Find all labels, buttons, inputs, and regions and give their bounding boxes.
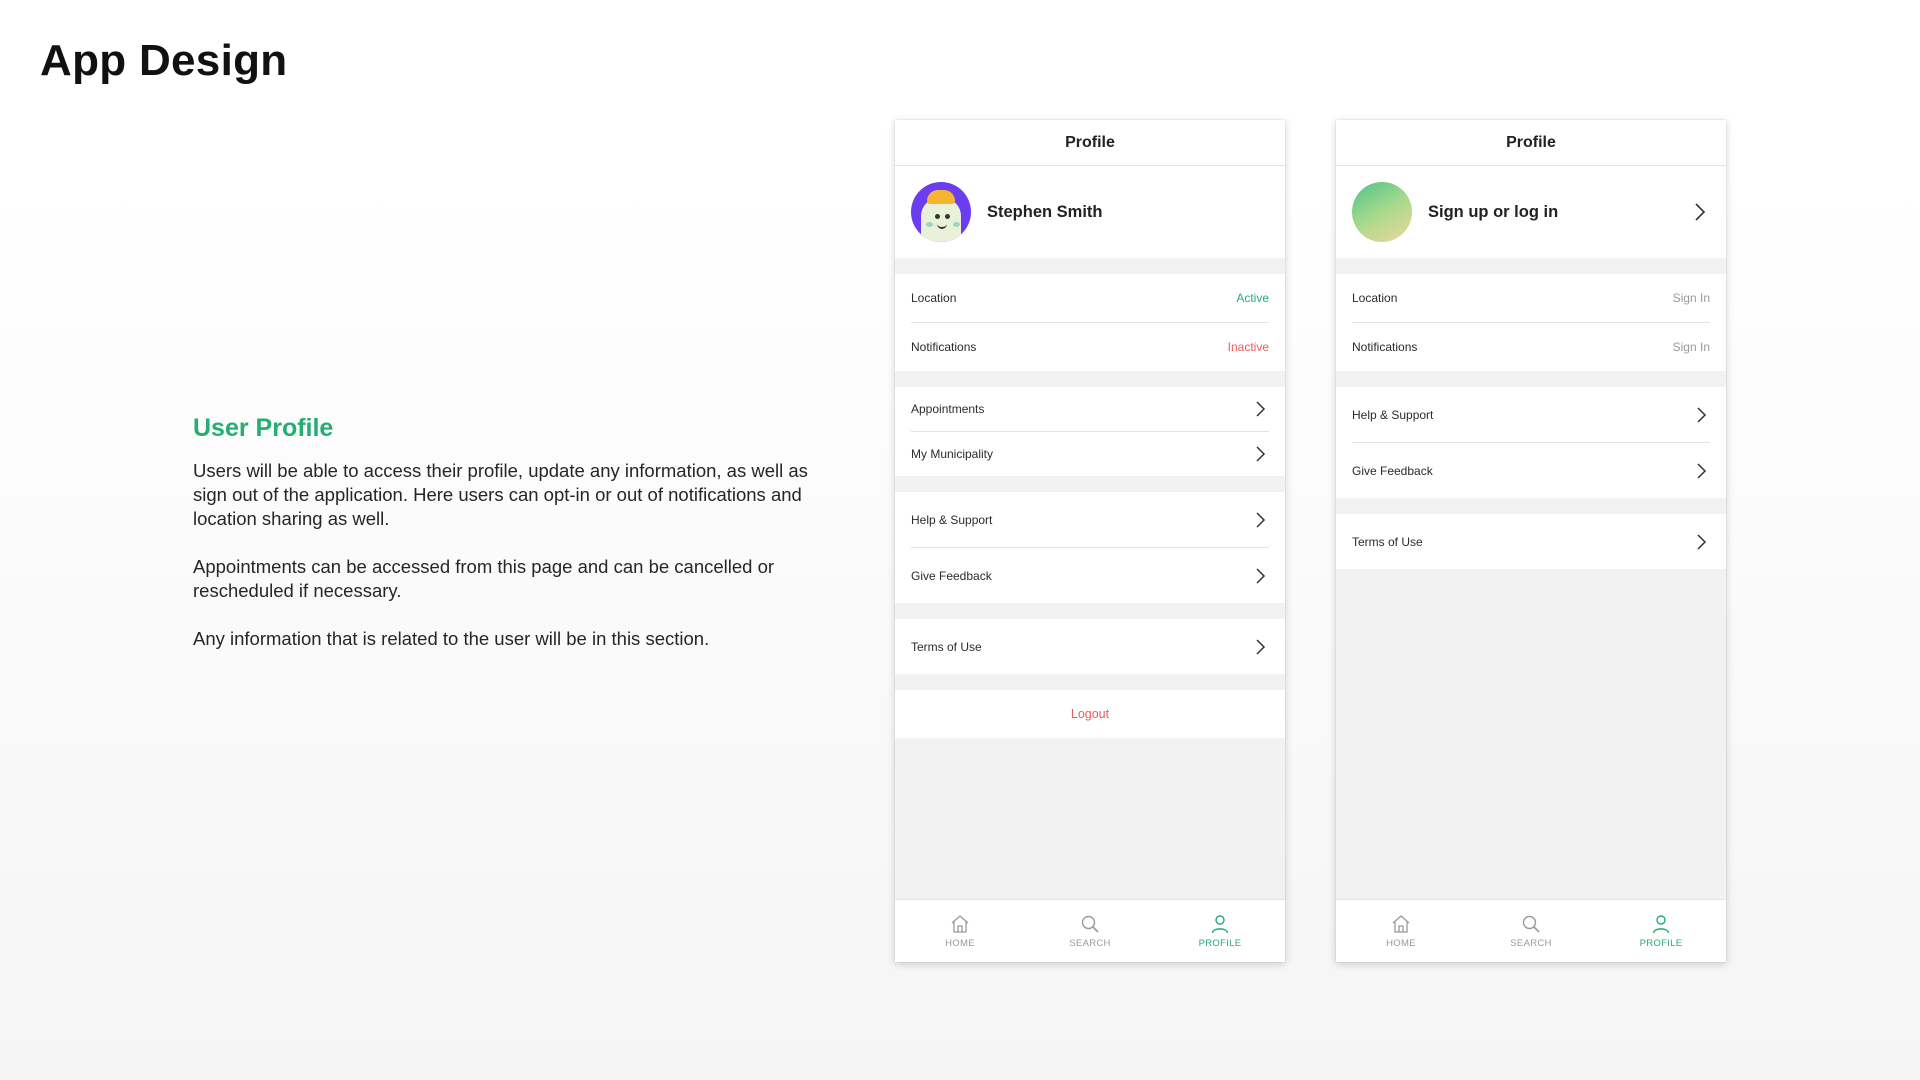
logout-group: Logout: [895, 690, 1285, 738]
menu-item-give-feedback[interactable]: Give Feedback: [1352, 443, 1710, 498]
chevron-right-icon: [1697, 462, 1707, 479]
tab-home[interactable]: HOME: [1336, 900, 1466, 962]
menu-item-terms-of-use[interactable]: Terms of Use: [1352, 514, 1710, 569]
chevron-right-icon: [1695, 203, 1706, 221]
home-icon: [951, 915, 969, 933]
tab-profile[interactable]: PROFILE: [1155, 900, 1285, 962]
profile-icon: [1652, 915, 1670, 934]
setting-row-location[interactable]: Location Sign In: [1352, 274, 1710, 323]
tab-label: SEARCH: [1069, 938, 1111, 949]
section-heading: User Profile: [193, 414, 334, 442]
intro-paragraph: Users will be able to access their profi…: [193, 460, 808, 529]
tab-search[interactable]: SEARCH: [1025, 900, 1155, 962]
tab-bar: HOME SEARCH PROFILE: [1336, 899, 1726, 962]
page-title: App Design: [40, 36, 288, 85]
menu-group-appointments: Appointments My Municipality: [895, 387, 1285, 476]
menu-item-label: Terms of Use: [911, 639, 982, 654]
menu-item-label: Help & Support: [1352, 407, 1434, 422]
chevron-right-icon: [1256, 567, 1266, 584]
avatar-placeholder: [1352, 182, 1412, 242]
home-icon: [1392, 915, 1410, 933]
menu-item-label: Terms of Use: [1352, 534, 1423, 549]
sign-up-label: Sign up or log in: [1428, 202, 1559, 221]
setting-label: Location: [1352, 291, 1398, 305]
tab-label: HOME: [1386, 938, 1416, 949]
tab-label: SEARCH: [1510, 938, 1552, 949]
menu-item-help-support[interactable]: Help & Support: [1352, 387, 1710, 443]
settings-group: Location Active Notifications Inactive: [895, 274, 1285, 371]
setting-row-notifications[interactable]: Notifications Inactive: [911, 323, 1269, 371]
menu-item-my-municipality[interactable]: My Municipality: [911, 432, 1269, 476]
tab-home[interactable]: HOME: [895, 900, 1025, 962]
tab-profile[interactable]: PROFILE: [1596, 900, 1726, 962]
tab-label: PROFILE: [1198, 938, 1242, 949]
profile-icon: [1211, 915, 1229, 934]
menu-item-label: Give Feedback: [911, 568, 992, 583]
chevron-right-icon: [1697, 406, 1707, 423]
tab-bar: HOME SEARCH PROFILE: [895, 899, 1285, 962]
intro-paragraph: Appointments can be accessed from this p…: [193, 556, 775, 601]
menu-item-label: Help & Support: [911, 512, 993, 527]
phone-screen-logged-out: Profile Sign up or log in Location Sign …: [1336, 120, 1726, 962]
menu-group-support: Help & Support Give Feedback: [1336, 387, 1726, 498]
chevron-right-icon: [1256, 401, 1266, 417]
menu-item-give-feedback[interactable]: Give Feedback: [911, 548, 1269, 603]
settings-group: Location Sign In Notifications Sign In: [1336, 274, 1726, 371]
status-badge[interactable]: Inactive: [1228, 340, 1269, 354]
tab-label: HOME: [945, 938, 975, 949]
menu-item-label: Give Feedback: [1352, 463, 1433, 478]
intro-section: User Profile Users will be able to acces…: [193, 414, 833, 675]
setting-row-location[interactable]: Location Active: [911, 274, 1269, 323]
menu-item-help-support[interactable]: Help & Support: [911, 492, 1269, 548]
menu-item-appointments[interactable]: Appointments: [911, 387, 1269, 432]
setting-label: Notifications: [911, 340, 977, 354]
chevron-right-icon: [1697, 533, 1707, 550]
search-icon: [1081, 915, 1099, 933]
status-badge[interactable]: Active: [1236, 291, 1269, 305]
menu-group-support: Help & Support Give Feedback: [895, 492, 1285, 603]
status-badge[interactable]: Sign In: [1673, 291, 1710, 305]
screen-header: Profile: [1336, 120, 1726, 166]
setting-row-notifications[interactable]: Notifications Sign In: [1352, 323, 1710, 371]
chevron-right-icon: [1256, 638, 1266, 655]
user-name: Stephen Smith: [987, 202, 1103, 221]
menu-group-terms: Terms of Use: [1336, 514, 1726, 569]
avatar: [911, 182, 971, 242]
phone-screen-logged-in: Profile Stephen Smith Location Active No…: [895, 120, 1285, 962]
tab-search[interactable]: SEARCH: [1466, 900, 1596, 962]
intro-paragraph: Any information that is related to the u…: [193, 628, 710, 649]
chevron-right-icon: [1256, 446, 1266, 462]
menu-group-terms: Terms of Use: [895, 619, 1285, 674]
search-icon: [1522, 915, 1540, 933]
menu-item-label: Appointments: [911, 402, 985, 416]
profile-card[interactable]: Stephen Smith: [895, 166, 1285, 258]
screen-header: Profile: [895, 120, 1285, 166]
tab-label: PROFILE: [1639, 938, 1683, 949]
setting-label: Location: [911, 291, 957, 305]
chevron-right-icon: [1256, 511, 1266, 528]
setting-label: Notifications: [1352, 340, 1418, 354]
menu-item-terms-of-use[interactable]: Terms of Use: [911, 619, 1269, 674]
menu-item-label: My Municipality: [911, 447, 994, 461]
logout-button[interactable]: Logout: [895, 690, 1285, 738]
sign-up-card[interactable]: Sign up or log in: [1336, 166, 1726, 258]
status-badge[interactable]: Sign In: [1673, 340, 1710, 354]
